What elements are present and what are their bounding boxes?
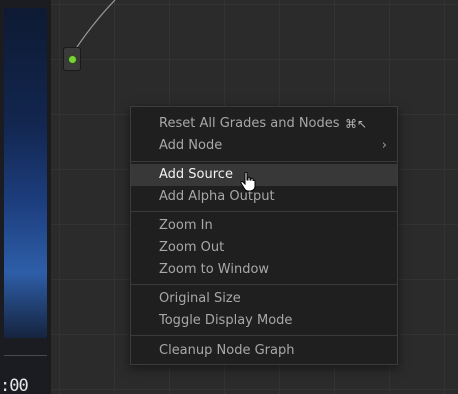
- menu-separator: [131, 335, 397, 336]
- context-menu: Reset All Grades and Nodes ⌘↖ Add Node ›…: [130, 106, 398, 365]
- menu-item-label: Original Size: [159, 291, 241, 306]
- menu-item-cleanup-node-graph[interactable]: Cleanup Node Graph: [131, 340, 397, 362]
- menu-separator: [131, 161, 397, 162]
- menu-item-reset-all-grades[interactable]: Reset All Grades and Nodes ⌘↖: [131, 113, 397, 135]
- menu-item-label: Add Alpha Output: [159, 189, 275, 204]
- node-connection-line: [70, 0, 116, 57]
- menu-item-add-alpha-output[interactable]: Add Alpha Output: [131, 186, 397, 208]
- menu-item-original-size[interactable]: Original Size: [131, 288, 397, 310]
- menu-item-label: Zoom to Window: [159, 262, 270, 277]
- menu-item-label: Add Node: [159, 138, 223, 153]
- menu-item-toggle-display-mode[interactable]: Toggle Display Mode: [131, 310, 397, 332]
- corrector-node[interactable]: [63, 47, 81, 71]
- viewer-divider: [4, 355, 47, 356]
- shortcut-label: ⌘↖: [344, 117, 367, 131]
- menu-separator: [131, 284, 397, 285]
- menu-item-label: Toggle Display Mode: [159, 313, 293, 328]
- pointer-cursor-icon: [240, 172, 256, 192]
- menu-item-label: Zoom In: [159, 218, 213, 233]
- menu-item-zoom-in[interactable]: Zoom In: [131, 215, 397, 237]
- menu-item-add-node[interactable]: Add Node ›: [131, 135, 397, 157]
- menu-item-zoom-to-window[interactable]: Zoom to Window: [131, 259, 397, 281]
- node-input-dot-icon[interactable]: [68, 55, 77, 64]
- menu-item-add-source[interactable]: Add Source: [131, 164, 397, 186]
- menu-item-label: Reset All Grades and Nodes: [159, 116, 340, 131]
- chevron-right-icon: ›: [381, 138, 387, 153]
- viewer-image: [4, 8, 47, 338]
- viewer-panel: :00: [0, 0, 47, 394]
- menu-item-label: Add Source: [159, 167, 233, 182]
- menu-item-label: Cleanup Node Graph: [159, 343, 295, 358]
- timecode: :00: [0, 376, 29, 394]
- menu-item-label: Zoom Out: [159, 240, 225, 255]
- menu-separator: [131, 211, 397, 212]
- menu-item-zoom-out[interactable]: Zoom Out: [131, 237, 397, 259]
